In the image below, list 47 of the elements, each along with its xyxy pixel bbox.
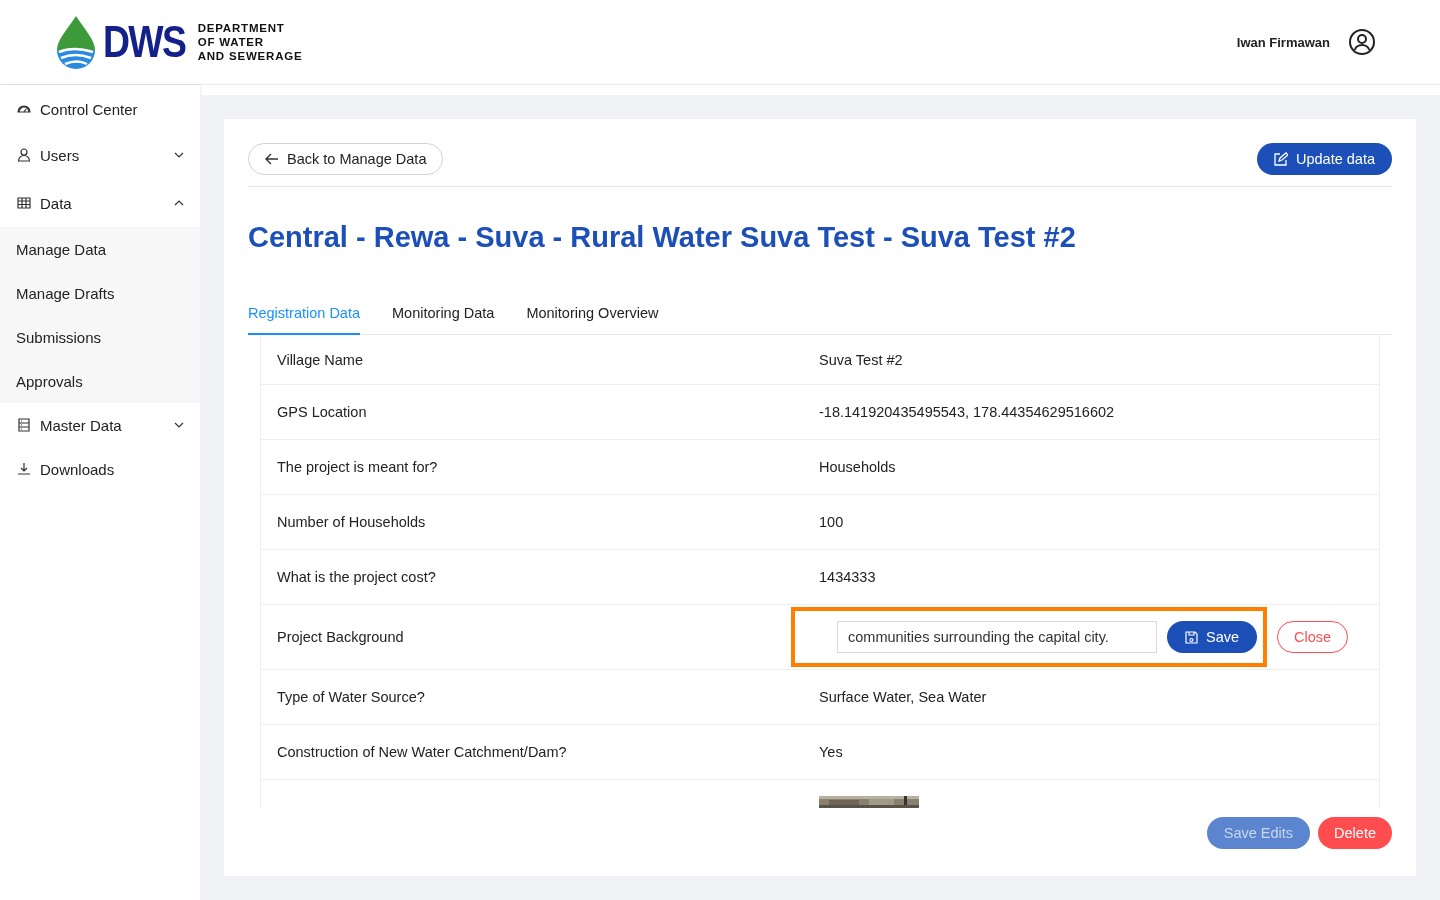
logo-text: DEPARTMENT <box>197 21 286 35</box>
submenu-item[interactable]: Manage Drafts <box>0 271 200 315</box>
user-avatar-icon[interactable] <box>1348 28 1376 56</box>
submenu-item[interactable]: Manage Data <box>0 227 200 271</box>
field-value: -18.141920435495543, 178.44354629516602 <box>819 404 1116 420</box>
field-label: Number of Households <box>276 514 427 530</box>
chevron-up-icon <box>174 200 184 206</box>
arrow-left-icon <box>265 153 279 165</box>
field-value: Households <box>819 459 897 475</box>
logo-text: AND SEWERAGE <box>197 49 303 63</box>
user-name: Iwan Firmawan <box>1236 34 1330 50</box>
sidebar-item[interactable]: Data <box>0 179 200 227</box>
sidebar-item[interactable]: Control Center <box>0 87 200 131</box>
table-icon <box>16 195 32 211</box>
field-label: GPS Location <box>276 404 368 420</box>
tab[interactable]: Monitoring Overview <box>526 305 659 335</box>
edit-icon <box>1274 152 1288 166</box>
field-value: Surface Water, Sea Water <box>819 689 988 705</box>
page-title: Central - Rewa - Suva - Rural Water Suva Test - Suva Test #2 <box>248 220 1077 255</box>
submenu-item[interactable]: Approvals <box>0 359 200 403</box>
logo-wordmark: DWS <box>103 20 186 64</box>
input-field[interactable]: communities surrounding the capital city. <box>837 621 1157 653</box>
field-label: What is the project cost? <box>276 569 437 585</box>
list-icon <box>16 417 32 433</box>
tab[interactable]: Monitoring Data <box>392 305 495 335</box>
chevron-down-icon <box>174 152 184 158</box>
update-button[interactable]: Update data <box>1257 143 1392 175</box>
chevron-down-icon <box>174 422 184 428</box>
field-label: Village Name <box>276 351 364 368</box>
back-button[interactable]: Back to Manage Data <box>248 143 444 175</box>
field-label: Project Background <box>276 629 405 645</box>
submenu-item[interactable]: Submissions <box>0 315 200 359</box>
field-label: Construction of New Water Catchment/Dam? <box>276 744 568 760</box>
field-value: 1434333 <box>819 569 877 585</box>
field-value: Suva Test #2 <box>819 351 904 368</box>
field-label: Type of Water Source? <box>276 689 426 705</box>
logo-text: OF WATER <box>197 35 265 49</box>
sidebar-item[interactable]: Users <box>0 131 200 179</box>
field-value: 100 <box>819 514 845 530</box>
field-label: The project is meant for? <box>276 459 439 475</box>
save-button[interactable]: Save <box>1167 621 1258 653</box>
sidebar-item[interactable]: Master Data <box>0 403 200 447</box>
sidebar-item[interactable]: Downloads <box>0 447 200 491</box>
water-drop-logo-icon <box>55 14 97 70</box>
download-icon <box>16 461 32 477</box>
field-value: Yes <box>819 744 844 760</box>
user-icon <box>16 147 32 163</box>
